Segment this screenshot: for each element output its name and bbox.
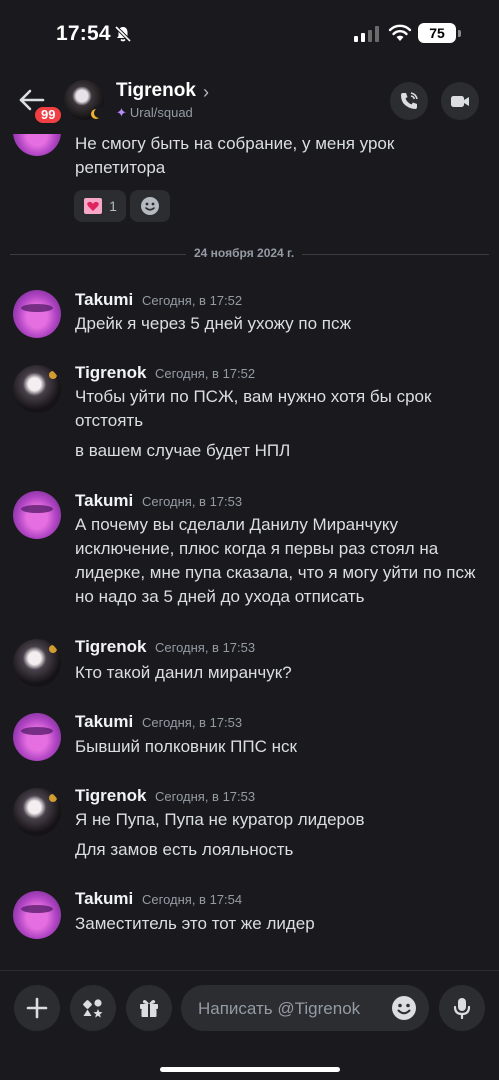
voice-call-button[interactable] — [390, 82, 428, 120]
message-author[interactable]: Takumi — [75, 491, 133, 511]
status-bar: 17:54 75 — [0, 0, 499, 68]
date-divider: 24 ноября 2024 г. — [186, 246, 303, 260]
wifi-icon — [388, 24, 412, 41]
message-text: Дрейк я через 5 дней ухожу по псж — [75, 314, 352, 333]
unread-badge: 99 — [32, 104, 65, 126]
status-time: 17:54 — [56, 22, 111, 45]
message-list[interactable]: Не смогу быть на собрание, у меня урок р… — [0, 134, 499, 970]
user-avatar[interactable] — [13, 788, 61, 836]
message-text: но надо за 5 дней до ухода отписать — [75, 587, 365, 606]
home-indicator[interactable] — [160, 1067, 340, 1072]
chevron-right-icon[interactable]: › — [203, 82, 209, 103]
add-reaction-button[interactable] — [130, 190, 170, 222]
message-text: Чтобы уйти по ПСЖ, вам нужно хотя бы сро… — [75, 387, 432, 406]
idle-moon-icon — [92, 106, 106, 120]
message-author[interactable]: Takumi — [75, 712, 133, 732]
message-text: в вашем случае будет НПЛ — [75, 441, 291, 460]
apps-button[interactable] — [70, 985, 116, 1031]
message-text: Я не Пупа, Пупа не куратор лидеров — [75, 810, 365, 829]
message-text: исключение, плюс когда я первы раз стоял… — [75, 539, 439, 558]
message-text: Бывший полковник ППС нск — [75, 737, 297, 756]
user-avatar[interactable] — [13, 713, 61, 761]
emoji-icon[interactable] — [391, 995, 417, 1021]
reaction-heart[interactable]: 1 — [74, 190, 126, 222]
header-status-text: Ural/squad — [129, 105, 193, 120]
battery-indicator: 75 — [418, 23, 456, 43]
voice-message-button[interactable] — [439, 985, 485, 1031]
user-avatar[interactable] — [13, 491, 61, 539]
gift-icon — [140, 1000, 158, 1017]
cellular-signal-icon — [354, 26, 379, 42]
message-author[interactable]: Tigrenok — [75, 786, 146, 806]
user-avatar[interactable] — [13, 134, 61, 156]
plus-icon — [26, 997, 48, 1019]
message-timestamp: Сегодня, в 17:54 — [142, 892, 243, 907]
message-text: А почему вы сделали Данилу Миранчуку — [75, 515, 398, 534]
message-text: отстоять — [75, 411, 144, 430]
message-timestamp: Сегодня, в 17:53 — [142, 715, 243, 730]
message-composer: Написать @Tigrenok — [0, 970, 499, 1080]
attach-button[interactable] — [14, 985, 60, 1031]
user-avatar[interactable] — [13, 639, 61, 687]
smile-icon — [141, 197, 159, 215]
heart-letter-icon — [84, 198, 103, 214]
chat-header: 99 Tigrenok › ✦ Ural/squad — [0, 68, 499, 134]
message-timestamp: Сегодня, в 17:53 — [142, 494, 243, 509]
video-camera-icon — [451, 96, 469, 107]
video-call-button[interactable] — [441, 82, 479, 120]
message-text: Кто такой данил миранчук? — [75, 663, 292, 682]
message-timestamp: Сегодня, в 17:52 — [142, 293, 243, 308]
battery-cap — [458, 30, 461, 37]
message-text: репетитора — [75, 158, 166, 177]
message-text: лидерке, мне пупа сказала, что я могу уй… — [75, 563, 476, 582]
message-text: Заместитель это тот же лидер — [75, 914, 315, 933]
muted-bell-icon — [114, 25, 132, 43]
header-status: ✦ Ural/squad — [116, 105, 193, 121]
message-input[interactable]: Написать @Tigrenok — [181, 985, 429, 1031]
message-author[interactable]: Tigrenok — [75, 637, 146, 657]
user-avatar[interactable] — [13, 290, 61, 338]
apps-icon — [83, 999, 103, 1018]
user-avatar[interactable] — [13, 891, 61, 939]
message-author[interactable]: Tigrenok — [75, 363, 146, 383]
user-avatar[interactable] — [13, 365, 61, 413]
message-timestamp: Сегодня, в 17:52 — [155, 366, 256, 381]
microphone-icon — [453, 998, 471, 1020]
header-username[interactable]: Tigrenok — [116, 80, 196, 102]
message-author[interactable]: Takumi — [75, 290, 133, 310]
message-author[interactable]: Takumi — [75, 889, 133, 909]
message-input-placeholder: Написать @Tigrenok — [198, 999, 361, 1018]
gift-button[interactable] — [126, 985, 172, 1031]
phone-icon — [401, 92, 418, 109]
message-timestamp: Сегодня, в 17:53 — [155, 640, 256, 655]
message-text: Не смогу быть на собрание, у меня урок — [75, 134, 395, 153]
reaction-count: 1 — [109, 198, 117, 214]
message-text: Для замов есть лояльность — [75, 840, 294, 859]
butterfly-icon: ✦ — [116, 105, 127, 120]
message-timestamp: Сегодня, в 17:53 — [155, 789, 256, 804]
